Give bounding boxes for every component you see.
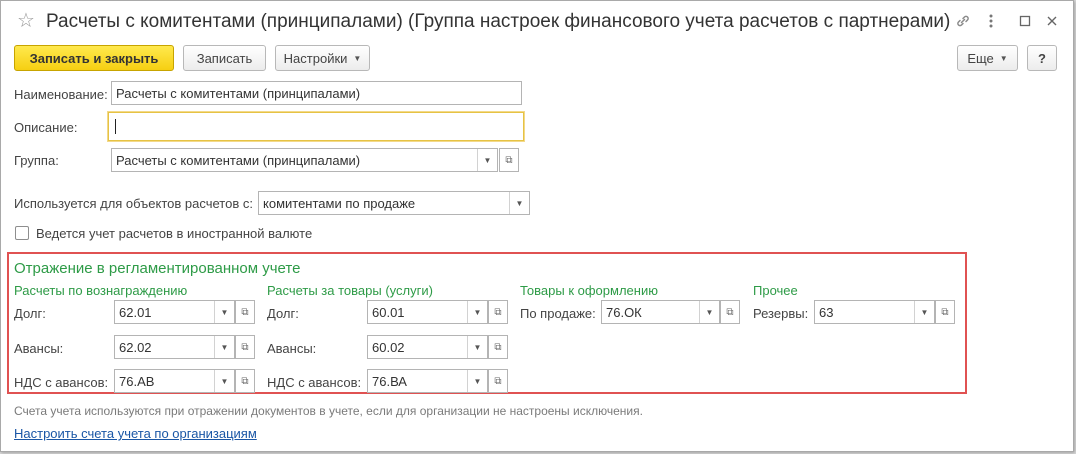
group-label: Группа: [14,153,59,168]
save-label: Записать [196,50,253,66]
commission-advances-label: Авансы: [14,341,64,356]
other-reserves-field[interactable]: 63 ▼ [814,300,935,324]
dropdown-arrow-icon[interactable]: ▼ [699,301,719,323]
chevron-down-icon: ▼ [999,53,1008,63]
open-icon[interactable]: ⧉ [720,300,740,324]
goods-vat-value: 76.ВА [372,373,407,389]
window-title: Расчеты с комитентами (принципалами) (Гр… [46,11,951,32]
commission-vat-value: 76.АВ [119,373,155,389]
configure-accounts-link[interactable]: Настроить счета учета по организациям [14,426,257,441]
open-icon[interactable]: ⧉ [235,335,255,359]
commission-advances-value: 62.02 [119,339,152,355]
open-icon[interactable]: ⧉ [488,335,508,359]
form-window: ☆ Расчеты с комитентами (принципалами) (… [0,0,1074,452]
goods-advances-field[interactable]: 60.02 ▼ [367,335,488,359]
dropdown-arrow-icon[interactable]: ▼ [509,192,529,214]
commission-advances-field[interactable]: 62.02 ▼ [114,335,235,359]
registration-sale-value: 76.ОК [606,304,642,320]
dropdown-arrow-icon[interactable]: ▼ [467,301,487,323]
commission-debt-value: 62.01 [119,304,152,320]
registration-title: Товары к оформлению [520,283,658,298]
settings-label: Настройки [283,50,348,66]
used-for-label: Используется для объектов расчетов с: [14,196,253,211]
description-field[interactable] [108,112,524,141]
registration-sale-field[interactable]: 76.ОК ▼ [601,300,720,324]
maximize-icon[interactable] [1015,11,1035,31]
used-for-value: комитентами по продаже [263,195,416,211]
dropdown-arrow-icon[interactable]: ▼ [467,336,487,358]
link-icon[interactable] [953,11,973,31]
more-button[interactable]: Еще ▼ [957,45,1018,71]
save-button[interactable]: Записать [183,45,266,71]
group-field[interactable]: Расчеты с комитентами (принципалами) ▼ [111,148,498,172]
name-value: Расчеты с комитентами (принципалами) [116,85,361,101]
registration-sale-label: По продаже: [520,306,596,321]
save-and-close-button[interactable]: Записать и закрыть [14,45,174,71]
goods-debt-label: Долг: [267,306,299,321]
foreign-currency-checkbox[interactable] [15,226,29,240]
open-icon[interactable]: ⧉ [488,300,508,324]
open-icon[interactable]: ⧉ [235,300,255,324]
help-button[interactable]: ? [1027,45,1057,71]
group-value: Расчеты с комитентами (принципалами) [116,152,361,168]
dropdown-arrow-icon[interactable]: ▼ [214,301,234,323]
reg-section-title: Отражение в регламентированном учете [14,260,301,277]
commission-title: Расчеты по вознаграждению [14,283,188,298]
name-field[interactable]: Расчеты с комитентами (принципалами) [111,81,522,105]
goods-advances-label: Авансы: [267,341,317,356]
text-cursor [115,119,116,134]
dropdown-arrow-icon[interactable]: ▼ [214,336,234,358]
goods-debt-field[interactable]: 60.01 ▼ [367,300,488,324]
open-icon[interactable]: ⧉ [235,369,255,393]
description-label: Описание: [14,120,78,135]
other-title: Прочее [753,283,798,298]
other-reserves-value: 63 [819,304,834,320]
dropdown-arrow-icon[interactable]: ▼ [914,301,934,323]
open-icon[interactable]: ⧉ [935,300,955,324]
star-icon[interactable]: ☆ [17,11,35,31]
commission-debt-label: Долг: [14,306,46,321]
commission-vat-label: НДС с авансов: [14,375,109,390]
dropdown-arrow-icon[interactable]: ▼ [467,370,487,392]
goods-debt-value: 60.01 [372,304,405,320]
goods-advances-value: 60.02 [372,339,405,355]
open-icon[interactable]: ⧉ [488,369,508,393]
name-label: Наименование: [14,87,108,102]
help-label: ? [1038,50,1046,66]
open-icon[interactable]: ⧉ [499,148,519,172]
accounts-hint: Счета учета используются при отражении д… [14,404,643,418]
goods-vat-field[interactable]: 76.ВА ▼ [367,369,488,393]
settings-button[interactable]: Настройки ▼ [275,45,370,71]
chevron-down-icon: ▼ [353,53,362,63]
dropdown-arrow-icon[interactable]: ▼ [477,149,497,171]
more-label: Еще [967,50,994,66]
other-reserves-label: Резервы: [753,306,809,321]
more-vertical-icon[interactable] [981,11,1001,31]
save-and-close-label: Записать и закрыть [29,50,159,66]
used-for-field[interactable]: комитентами по продаже ▼ [258,191,530,215]
close-icon[interactable] [1042,11,1062,31]
goods-vat-label: НДС с авансов: [267,375,362,390]
commission-vat-field[interactable]: 76.АВ ▼ [114,369,235,393]
goods-title: Расчеты за товары (услуги) [267,283,433,298]
commission-debt-field[interactable]: 62.01 ▼ [114,300,235,324]
dropdown-arrow-icon[interactable]: ▼ [214,370,234,392]
foreign-currency-label: Ведется учет расчетов в иностранной валю… [36,226,313,241]
